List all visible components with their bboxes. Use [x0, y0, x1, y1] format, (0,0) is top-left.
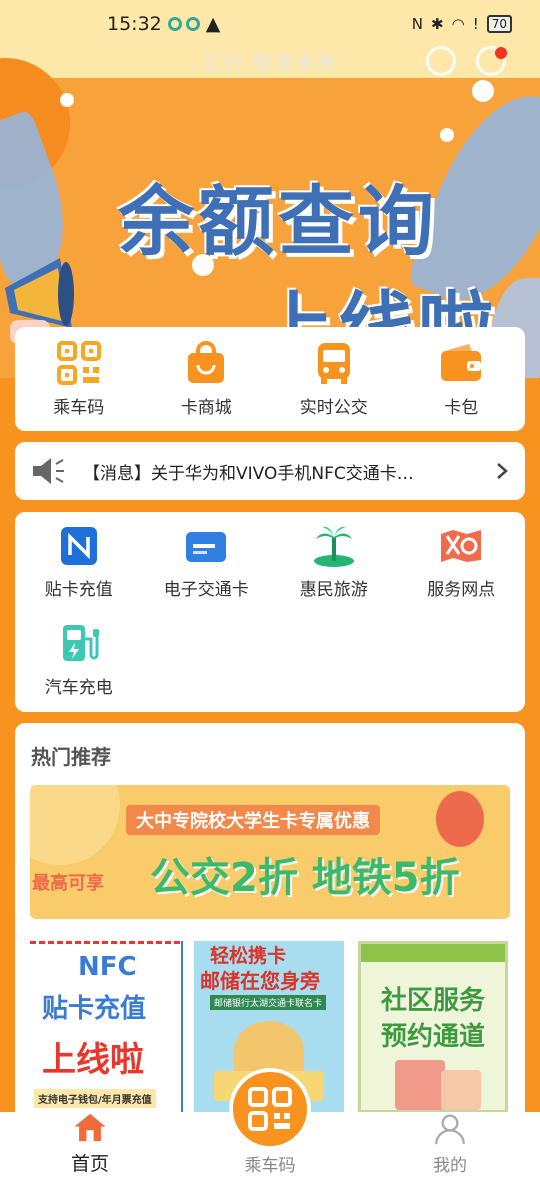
ev-charger-icon: [57, 621, 101, 665]
mini-program-capsule[interactable]: [426, 46, 507, 76]
bluetooth-icon: ✱: [431, 15, 444, 33]
promo-community-service[interactable]: 社区服务 预约通道: [358, 941, 508, 1113]
service-outlets[interactable]: 服务网点: [398, 524, 526, 600]
user-icon: [435, 1114, 465, 1145]
shopping-bag-icon: [184, 340, 228, 385]
hero-title-line1: 余额查询: [118, 177, 438, 266]
bus-icon: [312, 341, 356, 385]
quick-action-card-mall[interactable]: 卡商城: [143, 327, 271, 431]
banner-prefix: 最高可享: [32, 873, 104, 894]
service-e-transit-card[interactable]: 电子交通卡: [143, 524, 271, 600]
services-card: 贴卡充值 电子交通卡 惠民旅游 服务网点 汽车充电: [15, 512, 525, 712]
status-time: 15:32: [107, 13, 162, 35]
nfc-icon: [57, 524, 101, 567]
more-options-icon[interactable]: [426, 46, 456, 76]
ride-code-fab[interactable]: [229, 1068, 311, 1150]
quick-action-ride-code[interactable]: 乘车码: [15, 327, 143, 431]
student-offer-banner[interactable]: 大中专院校大学生卡专属优惠 最高可享 公交2折 地铁5折: [30, 785, 510, 919]
notice-bar[interactable]: 【消息】关于华为和VIVO手机NFC交通卡…: [15, 442, 525, 500]
chevron-right-icon[interactable]: [495, 461, 509, 481]
service-tourism[interactable]: 惠民旅游: [270, 524, 398, 600]
status-app-icons: [167, 17, 200, 31]
battery-icon: 70: [486, 15, 512, 33]
alert-icon: !: [472, 15, 479, 33]
service-card-topup[interactable]: 贴卡充值: [15, 524, 143, 600]
promo-nfc-topup[interactable]: NFC 贴卡充值 上线啦 支持电子钱包/年月票充值: [30, 941, 180, 1113]
banner-offer: 公交2折 地铁5折: [150, 855, 460, 901]
quick-action-card-wallet[interactable]: 卡包: [398, 327, 526, 431]
status-bar: 15:32 ▲ N ✱ ◠ ! 70: [0, 0, 540, 48]
wallet-icon: [439, 341, 483, 385]
qr-code-icon: [248, 1087, 292, 1131]
nfc-status-icon: N: [411, 15, 424, 33]
palm-tree-icon: [312, 524, 356, 567]
recommend-section: 热门推荐 大中专院校大学生卡专属优惠 最高可享 公交2折 地铁5折 NFC 贴卡…: [15, 723, 525, 1123]
card-icon: [184, 524, 228, 567]
building-illustration: [395, 1060, 445, 1110]
notification-bell-icon: ▲: [205, 13, 221, 35]
home-icon: [74, 1113, 106, 1142]
tab-home[interactable]: 首页: [0, 1112, 180, 1188]
service-ev-charging[interactable]: 汽车充电: [15, 600, 143, 700]
banner-headline: 大中专院校大学生卡专属优惠: [126, 805, 380, 835]
building-illustration: [441, 1070, 481, 1110]
quick-actions-card: 乘车码 卡商城 实时公交 卡包: [15, 327, 525, 431]
section-title: 热门推荐: [31, 745, 111, 769]
unread-dot: [495, 47, 507, 59]
status-right: N ✱ ◠ ! 70: [412, 15, 512, 33]
speaker-icon: [33, 458, 64, 484]
quick-action-realtime-bus[interactable]: 实时公交: [270, 327, 398, 431]
map-location-icon: [439, 524, 483, 567]
tab-mine[interactable]: 我的: [360, 1112, 540, 1188]
notice-text: 【消息】关于华为和VIVO手机NFC交通卡…: [83, 463, 414, 484]
wifi-icon: ◠: [451, 15, 465, 33]
close-icon[interactable]: [476, 46, 507, 76]
balloon-decoration: [436, 791, 484, 847]
qr-code-icon: [56, 340, 101, 385]
